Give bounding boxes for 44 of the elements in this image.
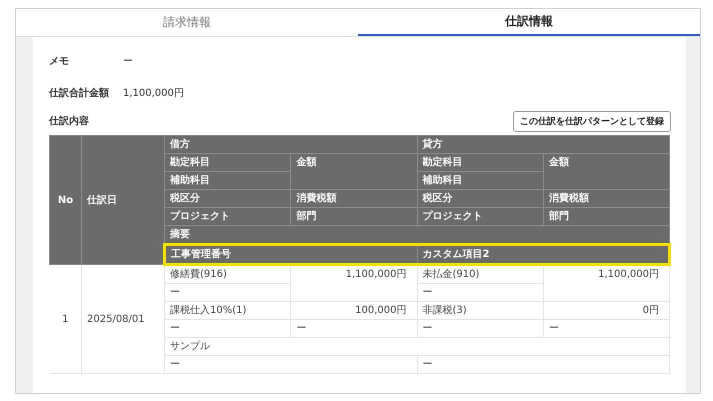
table-cell: 100,000円 <box>290 302 417 320</box>
column-header: 金額 <box>290 154 417 190</box>
column-header: 部門 <box>290 208 417 226</box>
field-label: 仕訳合計金額 <box>49 86 110 100</box>
field-label: メモ <box>49 55 70 68</box>
table-cell: ー <box>417 356 670 374</box>
table-cell: 2025/08/01 <box>82 264 164 374</box>
column-header: 補助科目 <box>417 172 544 190</box>
table-cell: 課税仕入10%(1) <box>164 302 291 320</box>
tab[interactable]: 請求情報 <box>16 9 358 36</box>
table-cell: ー <box>164 356 417 374</box>
table-cell: 0円 <box>543 302 670 320</box>
column-header: 勘定科目 <box>164 154 291 172</box>
column-header: プロジェクト <box>164 208 291 226</box>
table-cell: 修繕費(916) <box>164 264 291 284</box>
column-header: カスタム項目2 <box>417 244 670 264</box>
column-header: プロジェクト <box>417 208 544 226</box>
column-header: 金額 <box>543 154 670 190</box>
table-cell: 1,100,000円 <box>290 264 417 302</box>
table-cell: ー <box>417 320 544 338</box>
register-pattern-button[interactable]: この仕訳を仕訳パターンとして登録 <box>513 110 671 132</box>
table-cell: ー <box>543 320 670 338</box>
field-value: ー <box>123 55 133 68</box>
table-cell: 未払金(910) <box>417 264 544 284</box>
section-title: 仕訳内容 <box>49 114 90 128</box>
table-cell: 非課税(3) <box>417 302 544 320</box>
column-header: 補助科目 <box>164 172 291 190</box>
column-header: 税区分 <box>164 190 291 208</box>
column-header: 消費税額 <box>290 190 417 208</box>
column-header: 部門 <box>543 208 670 226</box>
column-header: 税区分 <box>417 190 544 208</box>
field-value: 1,100,000円 <box>123 87 184 100</box>
column-header: 貸方 <box>417 136 670 154</box>
table-cell: ー <box>290 320 417 338</box>
table-cell: サンプル <box>164 338 670 356</box>
column-header: 工事管理番号 <box>164 244 417 264</box>
column-header: 借方 <box>164 136 417 154</box>
table-cell: 1 <box>50 264 82 374</box>
table-cell: 1,100,000円 <box>543 264 670 302</box>
column-header: No <box>50 136 82 264</box>
table-cell: ー <box>164 320 291 338</box>
column-header: 勘定科目 <box>417 154 544 172</box>
column-header: 仕訳日 <box>82 136 164 264</box>
column-header: 消費税額 <box>543 190 670 208</box>
